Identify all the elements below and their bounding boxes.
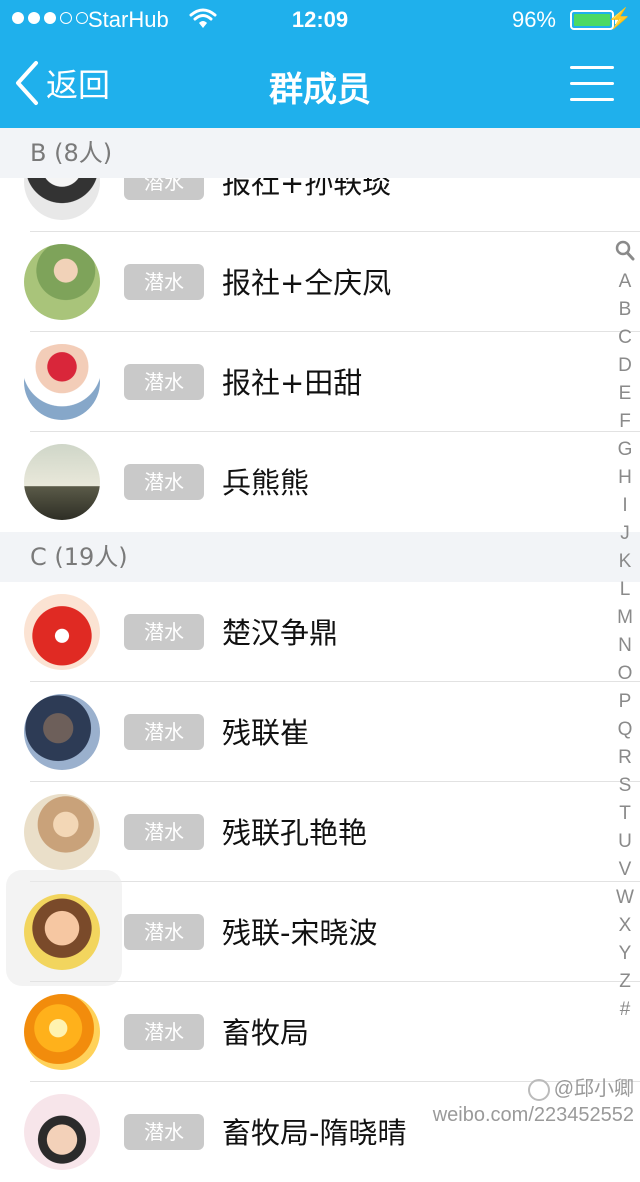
avatar	[24, 894, 100, 970]
section-header: C (19人)	[0, 532, 640, 582]
index-letter[interactable]: K	[610, 548, 640, 576]
index-letter[interactable]: J	[610, 520, 640, 548]
role-tag: 潜水	[124, 714, 204, 750]
back-button[interactable]: 返回	[14, 58, 110, 108]
member-name: 畜牧局-隋晓晴	[222, 1116, 407, 1150]
hamburger-icon	[570, 66, 614, 69]
index-letter[interactable]: P	[610, 688, 640, 716]
role-tag: 潜水	[124, 264, 204, 300]
avatar	[24, 594, 100, 670]
watermark: @邱小卿 weibo.com/223452552	[433, 1076, 634, 1128]
member-name: 畜牧局	[222, 1016, 310, 1050]
member-name: 残联-宋晓波	[222, 916, 378, 950]
chevron-left-icon	[16, 61, 38, 105]
list-item[interactable]: 潜水 报社+田甜	[0, 332, 640, 432]
avatar	[24, 694, 100, 770]
watermark-url: weibo.com/223452552	[432, 1104, 634, 1126]
list-item[interactable]: 潜水 兵熊熊	[0, 432, 640, 532]
role-tag: 潜水	[124, 1114, 204, 1150]
avatar	[24, 244, 100, 320]
index-letter[interactable]: I	[610, 492, 640, 520]
index-letter[interactable]: #	[610, 996, 640, 1024]
list-item[interactable]: 潜水 残联崔	[0, 682, 640, 782]
role-tag: 潜水	[124, 614, 204, 650]
index-letter[interactable]: B	[610, 296, 640, 324]
battery-percentage: 96%	[511, 7, 556, 32]
member-name: 残联孔艳艳	[222, 816, 368, 850]
index-letter[interactable]: Z	[610, 968, 640, 996]
index-letter[interactable]: L	[610, 576, 640, 604]
avatar	[24, 1094, 100, 1170]
list-item[interactable]: 潜水 楚汉争鼎	[0, 582, 640, 682]
index-search-icon[interactable]	[610, 240, 640, 268]
watermark-handle: @邱小卿	[553, 1078, 634, 1100]
status-bar: StarHub 12:09 96% ⚡	[0, 0, 640, 40]
navigation-bar: StarHub 12:09 96% ⚡ 返回 群成员	[0, 0, 640, 128]
member-name: 兵熊熊	[222, 466, 310, 500]
list-item[interactable]: 潜水 残联孔艳艳	[0, 782, 640, 882]
member-name: 残联崔	[222, 716, 310, 750]
member-name: 报社+仝庆凤	[222, 266, 392, 300]
index-letter[interactable]: R	[610, 744, 640, 772]
menu-button[interactable]	[570, 66, 616, 102]
index-letter[interactable]: T	[610, 800, 640, 828]
index-letter[interactable]: Q	[610, 716, 640, 744]
avatar	[24, 794, 100, 870]
role-tag: 潜水	[124, 814, 204, 850]
weibo-logo-icon	[527, 1078, 550, 1101]
section-header: B (8人)	[0, 128, 640, 178]
index-letter[interactable]: E	[610, 380, 640, 408]
index-letter[interactable]: X	[610, 912, 640, 940]
index-letter[interactable]: O	[610, 660, 640, 688]
role-tag: 潜水	[124, 914, 204, 950]
charging-bolt-icon: ⚡	[607, 8, 632, 30]
list-item[interactable]: 潜水 畜牧局	[0, 982, 640, 1082]
avatar	[24, 994, 100, 1070]
index-letter[interactable]: U	[610, 828, 640, 856]
index-letter[interactable]: Y	[610, 940, 640, 968]
avatar	[24, 444, 100, 520]
list-item[interactable]: 潜水 残联-宋晓波	[0, 882, 640, 982]
role-tag: 潜水	[124, 1014, 204, 1050]
index-letter[interactable]: V	[610, 856, 640, 884]
member-name: 楚汉争鼎	[222, 616, 339, 650]
member-name: 报社+田甜	[222, 366, 363, 400]
role-tag: 潜水	[124, 464, 204, 500]
index-letter[interactable]: F	[610, 408, 640, 436]
back-label: 返回	[46, 66, 111, 104]
role-tag: 潜水	[124, 364, 204, 400]
index-letter[interactable]: S	[610, 772, 640, 800]
index-letter[interactable]: C	[610, 324, 640, 352]
index-letter[interactable]: H	[610, 464, 640, 492]
list-item[interactable]: 潜水 报社+仝庆凤	[0, 232, 640, 332]
index-letter[interactable]: W	[610, 884, 640, 912]
index-letter[interactable]: G	[610, 436, 640, 464]
index-letter[interactable]: D	[610, 352, 640, 380]
avatar	[24, 344, 100, 420]
index-letter[interactable]: A	[610, 268, 640, 296]
index-letter[interactable]: M	[610, 604, 640, 632]
index-letter[interactable]: N	[610, 632, 640, 660]
alphabet-index[interactable]: A B C D E F G H I J K L M N O P Q R S T U V W X Y Z #	[610, 240, 640, 1020]
